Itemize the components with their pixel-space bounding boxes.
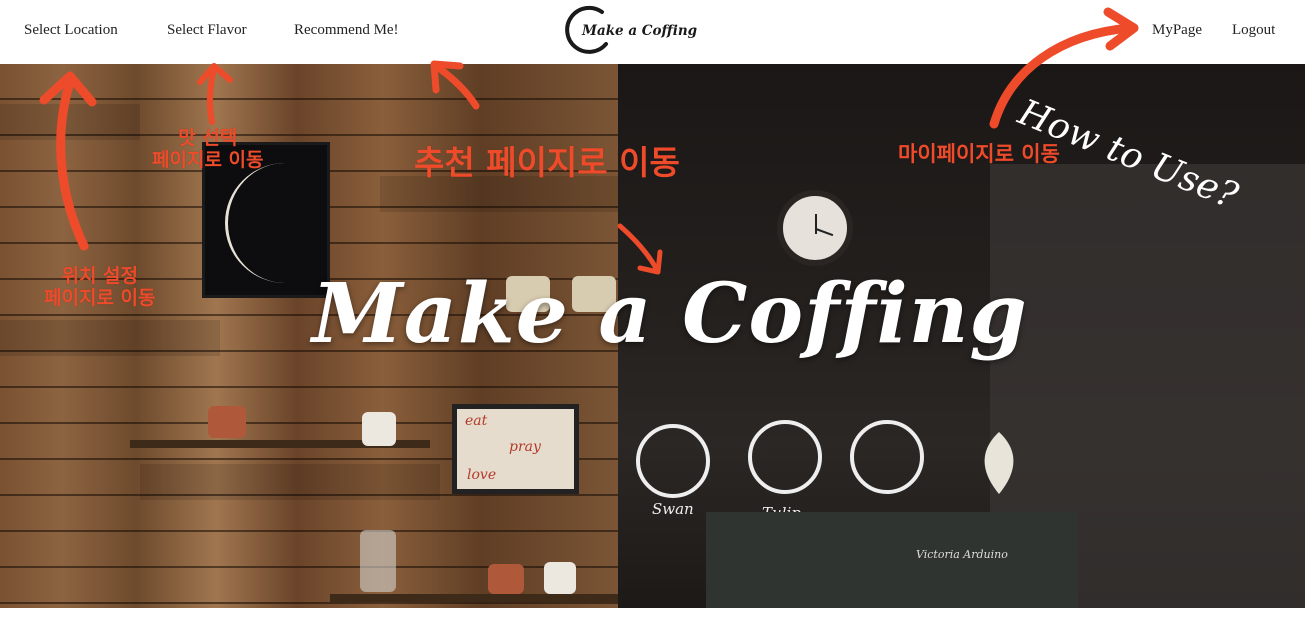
- white-vase: [544, 562, 576, 594]
- hero-title: Make a Coffing: [312, 266, 1028, 362]
- annotation-flavor: 맛 선택 페이지로 이동: [152, 127, 264, 172]
- annotation-location-line1: 위치 설정: [61, 265, 139, 287]
- plant-pot: [488, 564, 524, 594]
- wall-clock-icon: [777, 190, 853, 266]
- annotation-mypage: 마이페이지로 이동: [898, 142, 1060, 166]
- glass-vase: [360, 530, 396, 592]
- logo-text: Make a Coffing: [582, 23, 698, 39]
- latte-art-tulip-icon: [748, 420, 822, 494]
- nav-select-location[interactable]: Select Location: [24, 22, 118, 39]
- annotation-location: 위치 설정 페이지로 이동: [44, 265, 156, 310]
- espresso-machine: Victoria Arduino: [706, 512, 1078, 608]
- plant-pot: [208, 406, 246, 438]
- annotation-recommend: 추천 페이지로 이동: [414, 143, 680, 182]
- white-vase: [362, 412, 396, 446]
- annotation-flavor-line2: 페이지로 이동: [152, 148, 264, 171]
- nav-logout[interactable]: Logout: [1232, 22, 1275, 39]
- top-navigation-bar: Select Location Select Flavor Recommend …: [0, 0, 1305, 64]
- latte-label-swan: Swan: [652, 500, 694, 518]
- latte-art-swan-icon: [636, 424, 710, 498]
- site-logo[interactable]: Make a Coffing: [562, 4, 697, 58]
- eat-pray-love-board: eat pray love: [452, 404, 579, 494]
- annotation-location-line2: 페이지로 이동: [44, 286, 156, 309]
- nav-select-flavor[interactable]: Select Flavor: [167, 22, 247, 39]
- latte-art-rosetta-icon: [850, 420, 924, 494]
- nav-mypage[interactable]: MyPage: [1152, 22, 1202, 39]
- wall-shelf: [330, 594, 618, 602]
- annotation-flavor-line1: 맛 선택: [178, 127, 238, 149]
- board-word-pray: pray: [509, 439, 541, 455]
- board-word-love: love: [467, 467, 497, 483]
- nav-recommend-me[interactable]: Recommend Me!: [294, 22, 399, 39]
- leaf-art-icon: [958, 422, 1032, 496]
- board-word-eat: eat: [465, 413, 488, 429]
- machine-brand-label: Victoria Arduino: [916, 548, 1008, 561]
